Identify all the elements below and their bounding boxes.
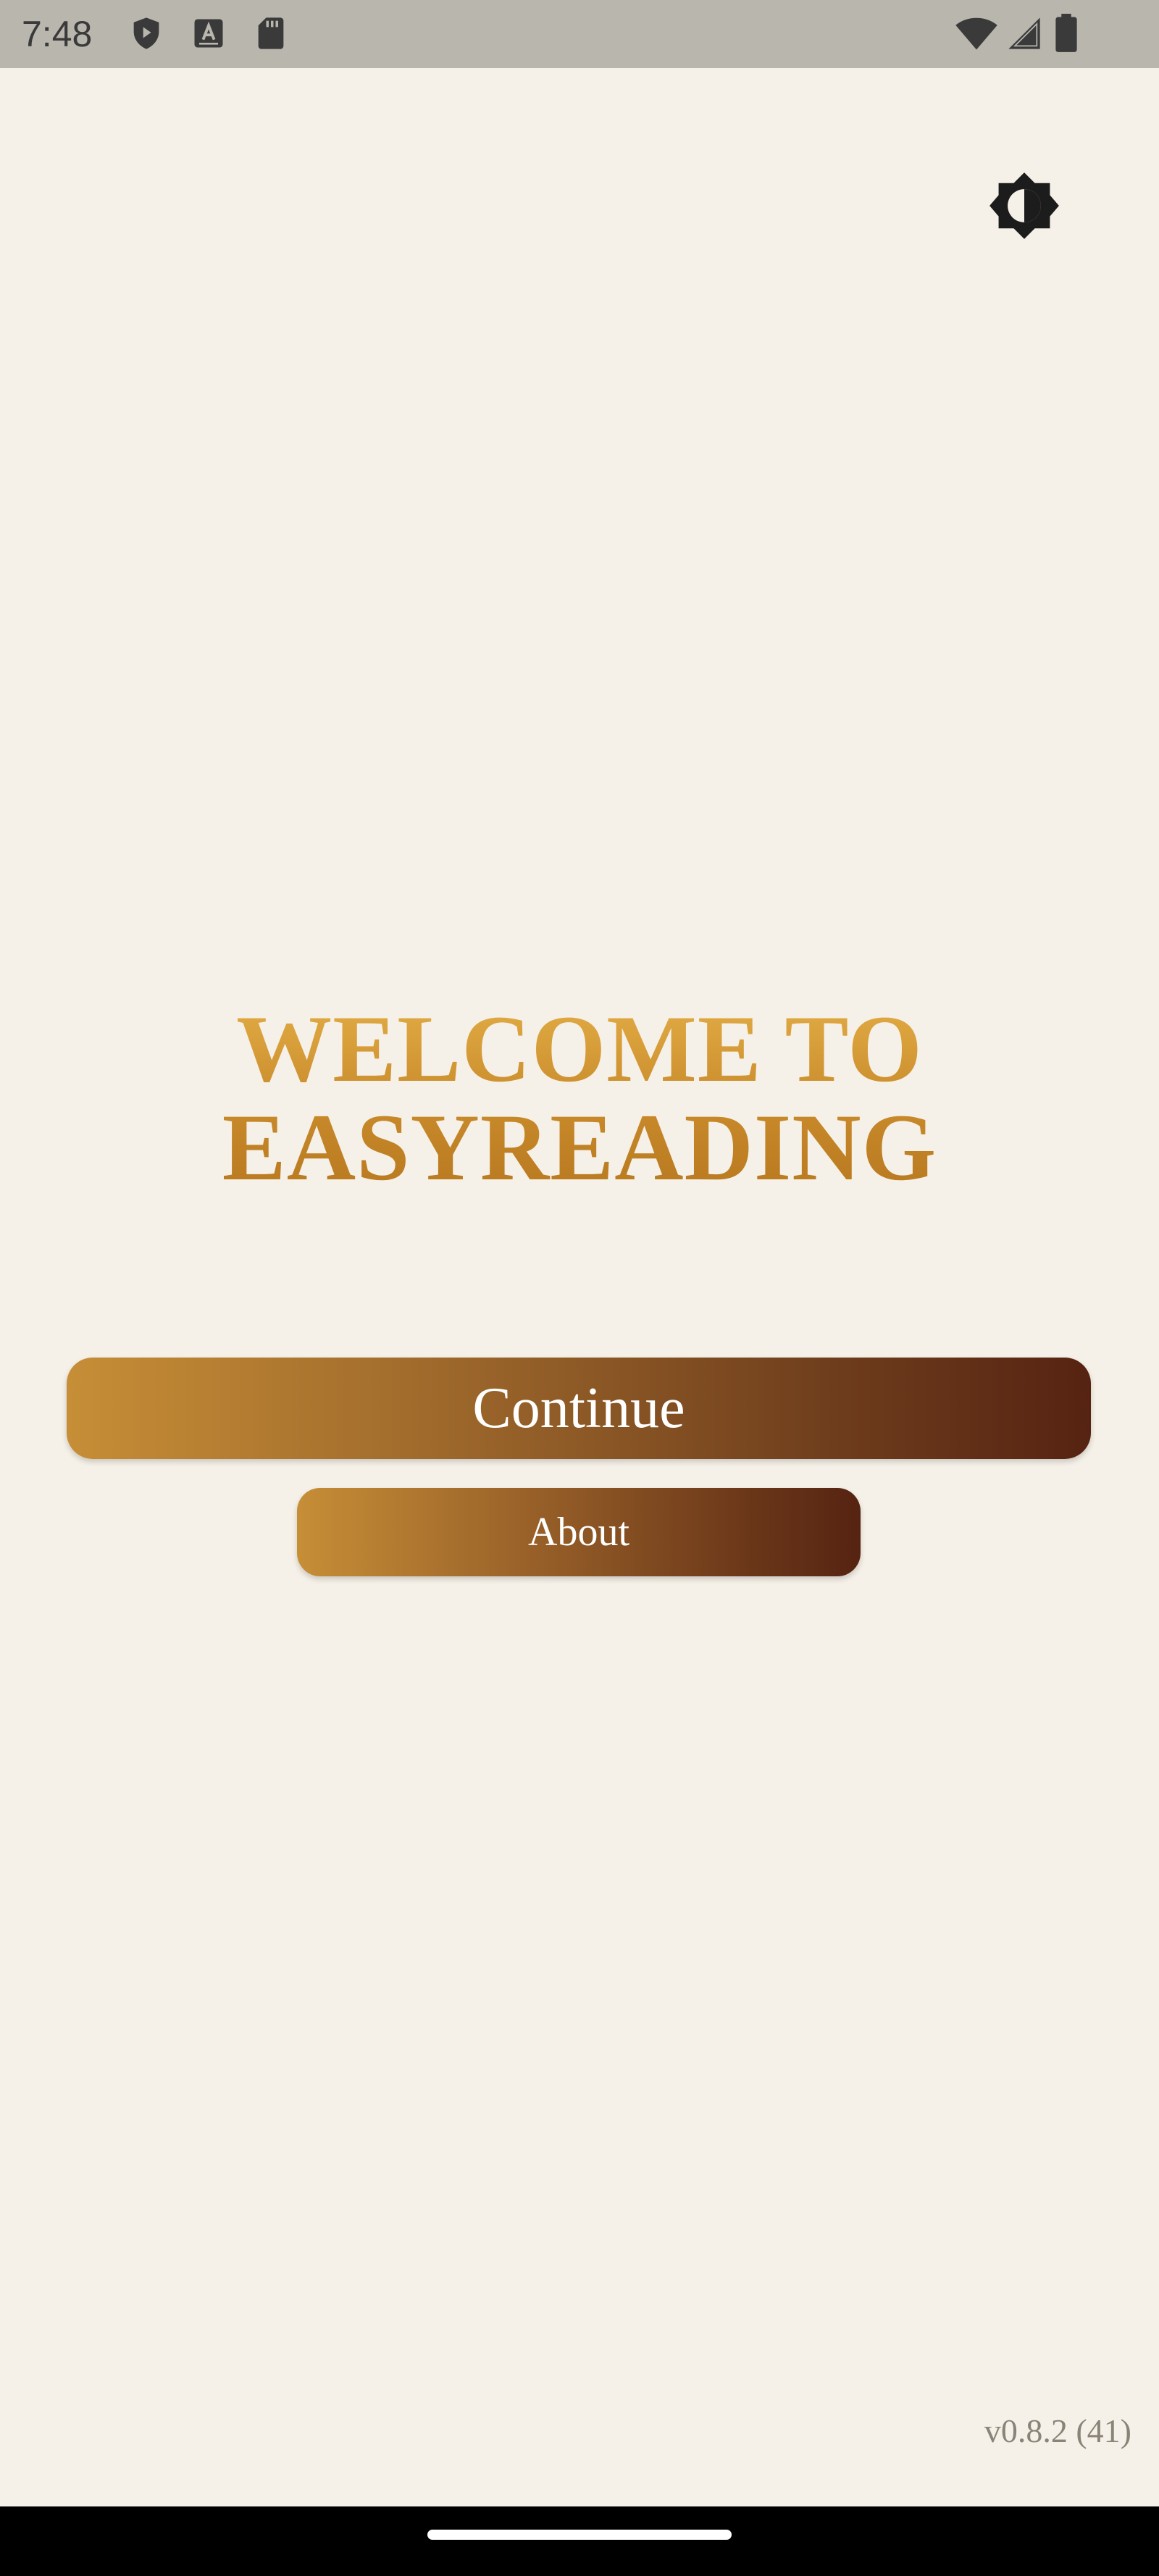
status-time: 7:48 bbox=[22, 14, 93, 54]
brightness-contrast-icon[interactable] bbox=[988, 170, 1060, 242]
battery-icon bbox=[1055, 14, 1077, 52]
sd-card-icon bbox=[258, 17, 284, 49]
welcome-title: WELCOME TO EASYREADING bbox=[145, 1000, 1014, 1197]
app-version: v0.8.2 (41) bbox=[984, 2412, 1131, 2449]
wifi-icon bbox=[955, 17, 997, 50]
about-button[interactable]: About bbox=[297, 1488, 861, 1576]
continue-button[interactable]: Continue bbox=[67, 1358, 1091, 1459]
status-bar: 7:48 bbox=[0, 0, 1159, 68]
cell-signal-icon bbox=[1008, 17, 1040, 49]
home-gesture-handle[interactable] bbox=[427, 2530, 732, 2540]
welcome-title-line-2: EASYREADING bbox=[222, 1094, 937, 1200]
welcome-title-line-1: WELCOME TO bbox=[236, 995, 923, 1102]
navigation-bar bbox=[0, 2506, 1159, 2576]
shield-play-icon bbox=[133, 17, 159, 49]
keyboard-a-icon bbox=[194, 19, 223, 48]
